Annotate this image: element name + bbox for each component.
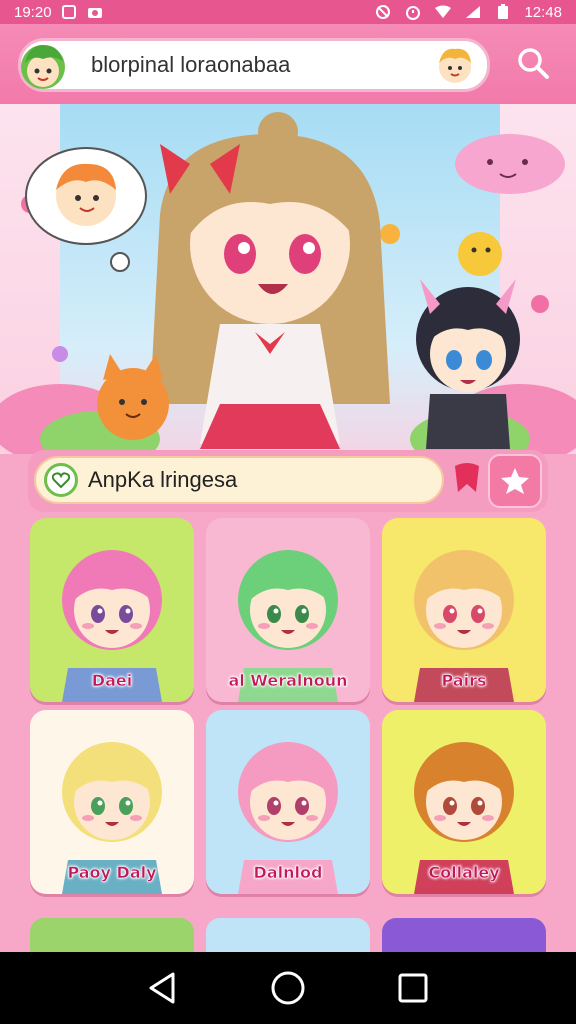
nav-back-button[interactable] (139, 964, 187, 1012)
wifi-icon (434, 4, 452, 20)
character-name: Pairs (441, 671, 487, 691)
hero-banner (0, 104, 576, 454)
category-pill[interactable]: AnpKa lringesa (34, 456, 444, 504)
character-name: al Weralnoun (228, 671, 348, 691)
status-time-right: 12:48 (524, 3, 562, 21)
signal-icon (464, 4, 482, 20)
app-header: blorpinal loraonabaa (0, 24, 576, 104)
star-icon (501, 468, 529, 494)
recents-square-icon (398, 973, 428, 1003)
profile-avatar[interactable] (15, 37, 71, 93)
character-name: Daei (91, 671, 133, 691)
back-triangle-icon (149, 972, 175, 1004)
battery-icon (494, 4, 512, 20)
alarm-icon (404, 4, 422, 20)
favorite-button[interactable] (488, 454, 542, 508)
character-card[interactable]: al Weralnoun (206, 518, 370, 702)
system-nav-bar (0, 952, 576, 1024)
character-name: Collaley (428, 863, 500, 883)
camera-icon (86, 4, 104, 20)
status-time-left: 19:20 (14, 3, 52, 21)
character-card[interactable]: Daei (30, 518, 194, 702)
search-icon (518, 48, 549, 79)
hero-illustration (0, 112, 576, 454)
character-name: Dalnlod (253, 863, 323, 883)
home-circle-icon (271, 971, 305, 1005)
nav-recents-button[interactable] (389, 964, 437, 1012)
character-card[interactable]: Collaley (382, 710, 546, 894)
status-bar: 19:20 12:48 (0, 0, 576, 24)
character-name: Paoy Daly (67, 863, 157, 883)
search-bar[interactable]: blorpinal loraonabaa (18, 38, 490, 92)
character-card[interactable]: Paoy Daly (30, 710, 194, 894)
category-title: AnpKa lringesa (88, 467, 238, 492)
character-card[interactable]: Pairs (382, 518, 546, 702)
category-bar: AnpKa lringesa (28, 450, 548, 512)
ribbon-icon (455, 463, 479, 492)
heart-icon (44, 463, 78, 497)
nav-home-button[interactable] (264, 964, 312, 1012)
character-card[interactable]: Dalnlod (206, 710, 370, 894)
image-icon (60, 4, 78, 20)
search-input[interactable]: blorpinal loraonabaa (91, 52, 290, 78)
search-button[interactable] (508, 38, 558, 88)
mascot-icon (439, 48, 471, 83)
mute-icon (374, 4, 392, 20)
